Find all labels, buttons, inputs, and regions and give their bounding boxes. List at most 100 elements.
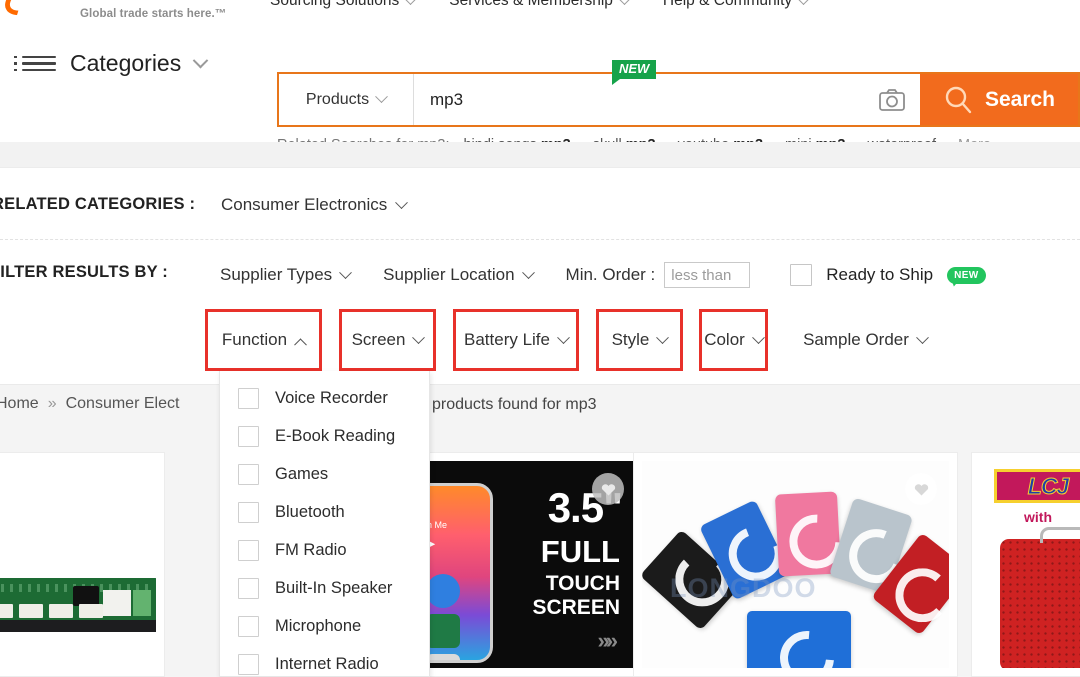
filter-supplier-types[interactable]: Supplier Types [220,265,353,285]
product-card[interactable]: LONGDOO [633,452,958,677]
option-label: E-Book Reading [275,426,396,445]
nav-item-label: Services & Membership [449,0,613,9]
filter-function-button[interactable]: Function [205,309,322,371]
filter-supplier-location[interactable]: Supplier Location [383,265,535,285]
filter-label: Battery Life [464,330,550,349]
ready-to-ship-label: Ready to Ship [826,265,934,284]
phone-tile [429,654,460,660]
search-scope-label: Products [305,90,370,108]
filter-label: Color [704,330,745,349]
option-checkbox[interactable] [238,539,259,561]
speaker-illustration [1000,539,1080,668]
product-card[interactable]: LCJ ™ with [971,452,1080,677]
product-card[interactable]: With Me ►► 3.5" FULL TOUCH SCREEN »» [420,452,645,677]
option-label: FM Radio [275,540,347,559]
ad-chevrons-icon: »» [597,628,619,653]
related-category-consumer-electronics[interactable]: Consumer Electronics [221,195,409,215]
filter-label: Sample Order [803,330,909,349]
lcj-sub-text: with [1024,509,1052,525]
clip-mp3-pink [774,491,842,577]
ready-to-ship-filter[interactable]: Ready to Ship NEW [790,264,986,286]
min-order-filter: Min. Order : [566,262,751,288]
pcb-terminal-block [133,590,151,616]
categories-label: Categories [70,50,182,76]
filter-label: Supplier Location [383,265,515,284]
pcb-illustration [0,574,156,632]
function-option-bluetooth[interactable]: Bluetooth [220,493,429,531]
breadcrumb-item-home[interactable]: Home [0,395,39,413]
function-option-games[interactable]: Games [220,455,429,493]
option-checkbox[interactable] [238,501,259,523]
function-option-e-book-reading[interactable]: E-Book Reading [220,417,429,455]
nav-item-services-membership[interactable]: Services & Membership [449,0,631,10]
nav-item-sourcing-solutions[interactable]: Sourcing Solutions [270,0,418,10]
filter-style-button[interactable]: Style [596,309,683,371]
filter-screen-button[interactable]: Screen [339,309,436,371]
phone-tile [429,574,460,608]
favorite-button[interactable] [905,473,937,505]
filter-results-label: FILTER RESULTS BY : [0,263,168,281]
related-category-label: Consumer Electronics [221,195,388,214]
alibaba-logo[interactable]: Alibaba .com Global trade starts here.™ [0,0,250,28]
filter-label: Screen [351,330,406,349]
chevron-down-icon [375,90,388,104]
search-input[interactable] [414,74,864,125]
filter-label: Supplier Types [220,265,333,284]
min-order-label: Min. Order : [565,265,656,284]
option-checkbox[interactable] [238,577,259,599]
chevron-down-icon [751,330,765,344]
option-checkbox[interactable] [238,653,259,675]
breadcrumb-separator: » [47,395,57,412]
search-scope-dropdown[interactable]: Products [279,74,414,125]
results-found-text: products found for mp3 [432,396,597,413]
function-option-voice-recorder[interactable]: Voice Recorder [220,379,429,417]
logo-wordmark: Alibaba [40,0,164,7]
function-option-internet-radio[interactable]: Internet Radio [220,645,429,677]
image-search-new-badge: NEW [612,60,657,86]
option-checkbox[interactable] [238,463,259,485]
lcj-logo-text: LCJ [1027,472,1069,499]
related-categories-label: RELATED CATEGORIES : [0,195,196,213]
option-checkbox[interactable] [238,615,259,637]
product-image-amplifier-board [0,461,156,668]
option-checkbox[interactable] [238,387,259,409]
search-row: Categories Products Sear [0,30,1080,153]
filter-battery-life-button[interactable]: Battery Life [453,309,579,371]
chevron-down-icon [412,330,426,344]
image-watermark: LONGDOO [670,573,817,603]
ready-to-ship-checkbox[interactable] [790,264,813,286]
nav-item-help-community[interactable]: Help & Community [662,0,811,10]
function-option-built-in-speaker[interactable]: Built-In Speaker [220,569,429,607]
pcb-connector [79,604,103,618]
option-label: Built-In Speaker [275,578,393,597]
hamburger-list-icon [14,55,56,72]
option-label: Voice Recorder [275,388,388,407]
product-card[interactable] [0,452,165,677]
filter-row-primary: Supplier Types Supplier Location Min. Or… [220,262,986,288]
ready-to-ship-new-badge: NEW [947,266,986,284]
pcb-board [0,578,156,620]
image-search-button[interactable] [864,74,920,125]
heart-icon [601,484,615,496]
search-icon [945,86,972,113]
filter-label: Function [221,330,288,349]
favorite-button[interactable] [592,473,624,505]
section-divider-band [0,142,1080,168]
breadcrumb: Home » Consumer Elect [0,395,179,413]
search-button[interactable]: Search [920,74,1078,125]
categories-menu-button[interactable]: Categories [14,50,209,77]
option-checkbox[interactable] [238,425,259,447]
chevron-down-icon [618,0,631,5]
pcb-chip [73,586,99,606]
min-order-input[interactable] [664,262,751,288]
breadcrumb-item-consumer-electronics[interactable]: Consumer Elect [66,395,180,413]
function-option-fm-radio[interactable]: FM Radio [220,531,429,569]
function-option-microphone[interactable]: Microphone [220,607,429,645]
nav-item-label: Help & Community [662,0,793,9]
search-button-label: Search [984,87,1056,111]
speaker-handle [1040,527,1080,543]
filter-sample-order-button[interactable]: Sample Order [785,309,945,371]
phone-track-title: With Me [429,520,448,530]
product-image-clip-mp3-players: LONGDOO [642,461,949,668]
filter-color-button[interactable]: Color [699,309,768,371]
